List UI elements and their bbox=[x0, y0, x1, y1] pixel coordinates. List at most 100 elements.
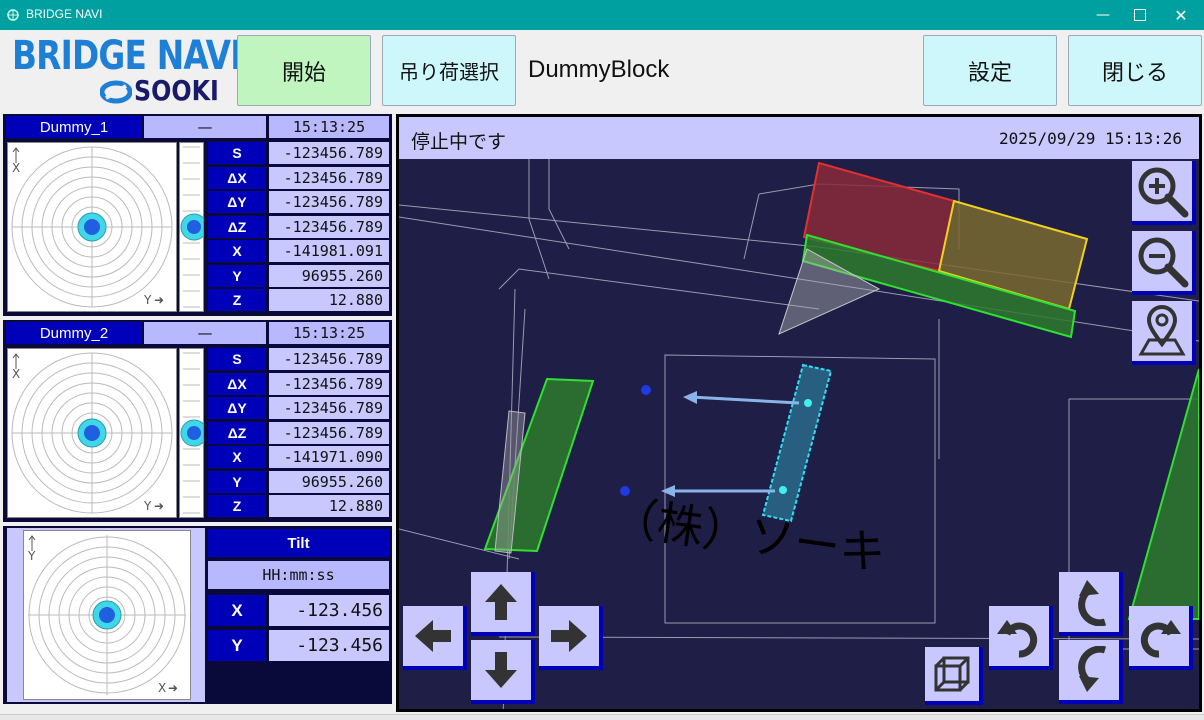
view-3d-button[interactable] bbox=[925, 647, 983, 705]
load-point-2 bbox=[779, 486, 787, 494]
pan-right-button[interactable] bbox=[539, 606, 603, 670]
map-pin-icon bbox=[1138, 305, 1186, 356]
tilt-time: HH:mm:ss bbox=[208, 561, 389, 589]
rotate-ccw-icon bbox=[997, 620, 1038, 658]
logo-sooki: SOOKI bbox=[134, 74, 219, 107]
move-arrow-1 bbox=[690, 395, 800, 405]
tilt-x-value: -123.456 bbox=[269, 595, 389, 626]
rotate-cw-button[interactable] bbox=[1129, 606, 1193, 670]
sensor-row-value: 96955.260 bbox=[269, 264, 389, 287]
select-load-button[interactable]: 吊り荷選択 bbox=[382, 35, 516, 106]
sensor-row-label: ΔX bbox=[208, 372, 266, 395]
tilt-up-icon bbox=[1078, 580, 1107, 626]
y-axis-label: Y bbox=[144, 293, 152, 307]
arrow-down-icon bbox=[485, 652, 517, 688]
x-axis-label: X bbox=[12, 161, 21, 175]
sensor-row-label: Z bbox=[208, 289, 266, 311]
rotate-ccw-button[interactable] bbox=[989, 606, 1053, 670]
position-target: X Y ➜ bbox=[7, 142, 177, 312]
tilt-up-button[interactable] bbox=[1059, 572, 1123, 636]
arrow-right-icon: ➜ bbox=[154, 293, 165, 307]
pan-up-button[interactable] bbox=[471, 572, 535, 636]
sensor-row-label: X bbox=[208, 446, 266, 468]
cube-icon bbox=[934, 656, 970, 692]
sensor-row-label: X bbox=[208, 240, 266, 262]
map-view[interactable]: 停止中です 2025/09/29 15:13:26 （株）ソーキ bbox=[396, 114, 1202, 712]
sensor-row-label: S bbox=[208, 348, 266, 370]
height-gauge bbox=[179, 142, 208, 312]
y-axis-label: Y bbox=[28, 549, 36, 563]
pan-down-button[interactable] bbox=[471, 640, 535, 704]
sensor-row-value: 96955.260 bbox=[269, 470, 389, 493]
maximize-icon bbox=[1134, 9, 1146, 21]
sensor-row-label: ΔZ bbox=[208, 421, 266, 444]
sensor-row-value: -141981.091 bbox=[269, 240, 389, 262]
position-target: X Y ➜ bbox=[7, 348, 177, 518]
load-block bbox=[761, 363, 833, 523]
tilt-target: Y X ➜ bbox=[23, 530, 191, 700]
arrow-up-icon bbox=[485, 584, 517, 620]
sensor-panel-2: Dummy_2 — 15:13:25 X Y ➜ S -123456.789 ΔX -… bbox=[3, 320, 392, 522]
y-axis-label: Y bbox=[144, 499, 152, 513]
sensor-row-value: 12.880 bbox=[269, 289, 389, 311]
tilt-y-label: Y bbox=[208, 630, 266, 661]
sensor-name: Dummy_2 bbox=[6, 322, 142, 344]
sensor-panel-1: Dummy_1 — 15:13:25 X Y ➜ S -123456.789 ΔX -… bbox=[3, 114, 392, 316]
x-axis-label: X bbox=[158, 681, 167, 695]
app-icon bbox=[7, 9, 19, 21]
zoom-in-icon bbox=[1138, 167, 1189, 218]
sensor-row-label: Y bbox=[208, 264, 266, 287]
arrow-right-icon: ➜ bbox=[168, 681, 179, 695]
sensor-row-label: ΔY bbox=[208, 191, 266, 213]
load-point-1 bbox=[804, 399, 812, 407]
arrow-right-icon: ➜ bbox=[154, 499, 165, 513]
sensor-row-label: ΔZ bbox=[208, 215, 266, 238]
sooki-logo-icon bbox=[100, 80, 132, 104]
target-rings bbox=[11, 352, 173, 514]
tilt-down-button[interactable] bbox=[1059, 640, 1123, 704]
target-point-1 bbox=[641, 385, 651, 395]
height-gauge bbox=[179, 348, 208, 518]
sensor-name: Dummy_1 bbox=[6, 116, 142, 138]
tilt-x-label: X bbox=[208, 595, 266, 626]
sensor-row-label: Y bbox=[208, 470, 266, 493]
zoom-in-button[interactable] bbox=[1132, 161, 1196, 225]
window-bottom-edge bbox=[0, 714, 1204, 720]
locate-button[interactable] bbox=[1132, 301, 1196, 365]
minimize-icon: — bbox=[1096, 7, 1110, 23]
sensor-status: — bbox=[144, 322, 266, 344]
sensor-row-value: -123456.789 bbox=[269, 348, 389, 370]
arrowhead-1 bbox=[683, 391, 697, 404]
zoom-out-button[interactable] bbox=[1132, 231, 1196, 295]
start-button[interactable]: 開始 bbox=[237, 35, 371, 106]
sensor-row-value: 12.880 bbox=[269, 495, 389, 517]
zoom-out-icon bbox=[1138, 237, 1189, 288]
maximize-button[interactable] bbox=[1117, 0, 1163, 30]
map-status-bar: 停止中です 2025/09/29 15:13:26 bbox=[399, 117, 1199, 159]
sensor-row-value: -123456.789 bbox=[269, 421, 389, 444]
sensor-row-value: -123456.789 bbox=[269, 191, 389, 213]
sensor-row-value: -123456.789 bbox=[269, 372, 389, 395]
window-title: BRIDGE NAVI bbox=[26, 7, 103, 21]
sensor-row-label: ΔY bbox=[208, 397, 266, 419]
arrow-right-icon bbox=[551, 620, 587, 652]
close-window-button[interactable]: ✕ bbox=[1158, 0, 1204, 30]
close-app-button[interactable]: 閉じる bbox=[1068, 35, 1202, 106]
tilt-target-frame: Y X ➜ bbox=[7, 528, 205, 702]
sensor-row-value: -141971.090 bbox=[269, 446, 389, 468]
map-datetime: 2025/09/29 15:13:26 bbox=[999, 129, 1183, 148]
tilt-y-value: -123.456 bbox=[269, 630, 389, 661]
sensor-time: 15:13:25 bbox=[269, 116, 389, 138]
block-name: DummyBlock bbox=[528, 56, 670, 83]
map-status-text: 停止中です bbox=[411, 131, 507, 153]
sensor-status: — bbox=[144, 116, 266, 138]
sensor-row-value: -123456.789 bbox=[269, 215, 389, 238]
sensor-row-label: S bbox=[208, 142, 266, 164]
tilt-rings bbox=[28, 535, 186, 695]
sensor-row-value: -123456.789 bbox=[269, 142, 389, 164]
x-axis-label: X bbox=[12, 367, 21, 381]
logo-bridge-navi: BRIDGE NAVI bbox=[12, 33, 242, 79]
settings-button[interactable]: 設定 bbox=[923, 35, 1057, 106]
sensor-row-label: ΔX bbox=[208, 166, 266, 189]
pan-left-button[interactable] bbox=[403, 606, 467, 670]
